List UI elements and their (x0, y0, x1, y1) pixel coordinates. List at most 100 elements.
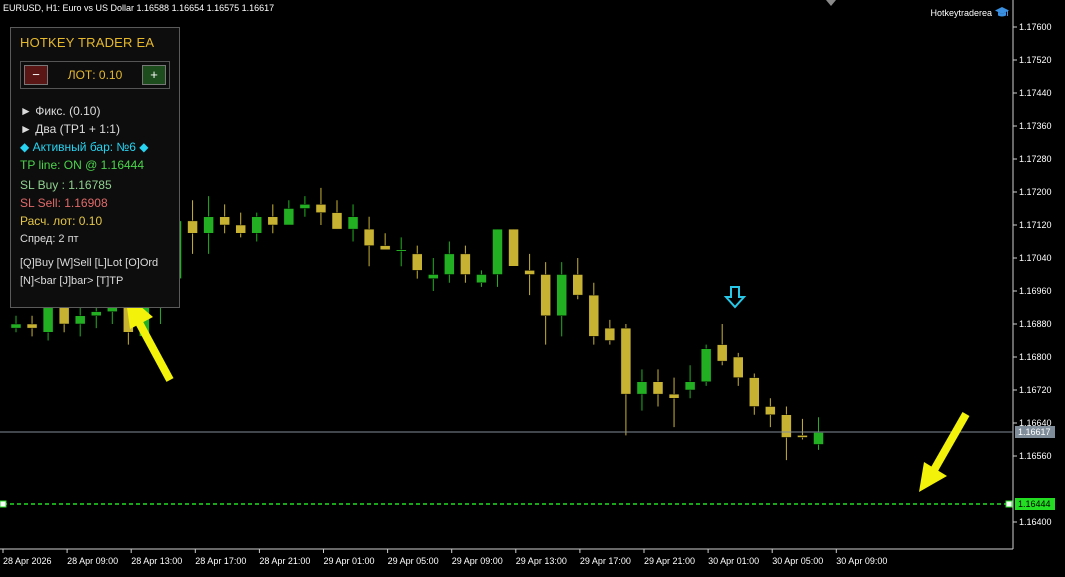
time-tick-label: 28 Apr 2026 (3, 556, 52, 566)
time-tick-label: 30 Apr 01:00 (708, 556, 759, 566)
candle-body (652, 381, 664, 395)
spread-value: Спред: 2 пт (20, 233, 79, 245)
sl-sell-value: SL Sell: 1.16908 (20, 196, 108, 210)
candle-body (251, 216, 262, 234)
time-tick-label: 30 Apr 09:00 (836, 556, 887, 566)
hotkeys-row-2: [N]<bar [J]bar> [T]TP (20, 275, 124, 287)
branding-text: Hotkeytraderea (930, 7, 992, 18)
price-tick-label: 1.17280 (1019, 154, 1052, 164)
time-tick-label: 29 Apr 17:00 (580, 556, 631, 566)
price-tick-label: 1.16720 (1019, 385, 1052, 395)
candle-body (476, 274, 487, 283)
hotkeys-row-1: [Q]Buy [W]Sell [L]Lot [O]Ord (20, 257, 159, 269)
candle-body (331, 212, 343, 230)
active-bar-indicator: ◆ Активный бар: №6 ◆ (20, 140, 149, 154)
candle-body (604, 327, 616, 341)
time-tick-label: 29 Apr 21:00 (644, 556, 695, 566)
price-tick-label: 1.17200 (1019, 187, 1052, 197)
candle-body (363, 228, 375, 246)
candle-body (508, 228, 519, 267)
time-tick-label: 30 Apr 05:00 (772, 556, 823, 566)
candle-body (235, 224, 246, 234)
candle-body (444, 253, 455, 275)
candle-body (299, 204, 311, 209)
time-tick-label: 28 Apr 13:00 (131, 556, 182, 566)
price-tick-label: 1.17120 (1019, 220, 1052, 230)
time-tick-label: 29 Apr 01:00 (324, 556, 375, 566)
candle-body (74, 315, 86, 325)
branding-label: Hotkeytraderea (930, 7, 1009, 18)
candle-body (668, 393, 680, 399)
candle-body (219, 216, 230, 226)
time-tick-label: 29 Apr 09:00 (452, 556, 503, 566)
price-tick-label: 1.16880 (1019, 319, 1052, 329)
time-axis-labels: 28 Apr 2026 28 Apr 09:00 28 Apr 13:00 28 Ap… (2, 549, 887, 566)
candle-body (91, 311, 102, 316)
price-tick-label: 1.17600 (1019, 22, 1052, 32)
candle-body (42, 307, 54, 333)
candle-body (107, 307, 118, 312)
tp-price-tag-label: 1.16444 (1018, 499, 1051, 509)
time-tick-label: 28 Apr 17:00 (195, 556, 246, 566)
candle-body (10, 323, 22, 329)
candle-body (797, 435, 808, 438)
tp-line-status: TP line: ON @ 1.16444 (20, 158, 145, 172)
candle-body (540, 274, 551, 316)
time-tick-label: 28 Apr 21:00 (259, 556, 310, 566)
time-tick-label: 29 Apr 05:00 (388, 556, 439, 566)
lot-control: − ЛОТ: 0.10 + (20, 61, 170, 89)
candle-body (26, 323, 38, 329)
price-tick-label: 1.17440 (1019, 88, 1052, 98)
candle-body (395, 249, 407, 252)
mode-fixed-option[interactable]: ► Фикс. (0.10) (20, 104, 100, 118)
candle-body (620, 327, 632, 395)
candle-body (492, 228, 503, 275)
candle-body (524, 270, 535, 275)
tp-line-left-handle[interactable] (0, 500, 7, 508)
candle-body (556, 274, 567, 316)
price-tick-label: 1.17520 (1019, 55, 1052, 65)
calculated-lot: Расч. лот: 0.10 (20, 214, 103, 228)
ea-panel: HOTKEY TRADER EA − ЛОТ: 0.10 + ► Фикс. (… (10, 27, 180, 308)
lot-increase-button[interactable]: + (142, 65, 166, 85)
price-tick-label: 1.16960 (1019, 286, 1052, 296)
candle (508, 228, 519, 267)
candle-body (283, 208, 295, 226)
candle-body (572, 274, 583, 296)
price-axis-labels: 1.17600 1.17520 1.17440 1.17360 1.17280 1.172… (1013, 22, 1055, 527)
candle-body (379, 245, 391, 250)
candle-body (315, 204, 327, 213)
candle-body (716, 344, 728, 362)
ea-panel-title: HOTKEY TRADER EA (20, 35, 155, 50)
candle-body (460, 253, 471, 275)
candle-body (733, 356, 744, 378)
candle-body (765, 406, 776, 415)
candle-body (347, 216, 359, 230)
candle-body (203, 216, 214, 234)
candle-body (700, 348, 712, 382)
candle-body (749, 377, 760, 407)
candle-body (58, 307, 70, 325)
candle-body (267, 216, 279, 226)
price-tick-label: 1.16400 (1019, 517, 1052, 527)
sl-buy-value: SL Buy : 1.16785 (20, 178, 112, 192)
candle-body (412, 253, 423, 271)
graduation-cap-icon (995, 7, 1009, 17)
symbol-info: EURUSD, H1: Euro vs US Dollar 1.16588 1.… (3, 3, 275, 13)
price-tick-label: 1.17360 (1019, 121, 1052, 131)
candle-body (187, 220, 198, 234)
price-tick-label: 1.17040 (1019, 253, 1052, 263)
price-tick-label: 1.16560 (1019, 451, 1052, 461)
candle-body (636, 381, 648, 395)
candle (700, 344, 712, 386)
tp-line-right-handle[interactable] (1005, 500, 1013, 508)
candle-body (781, 414, 792, 438)
price-tick-label: 1.16800 (1019, 352, 1052, 362)
time-tick-label: 29 Apr 13:00 (516, 556, 567, 566)
mode-two-option[interactable]: ► Два (TP1 + 1:1) (20, 122, 120, 136)
candle-body (813, 432, 824, 445)
candle-body (588, 294, 600, 337)
time-tick-label: 28 Apr 09:00 (67, 556, 118, 566)
candle-body (428, 274, 439, 279)
current-price-tag-label: 1.16617 (1018, 427, 1051, 437)
